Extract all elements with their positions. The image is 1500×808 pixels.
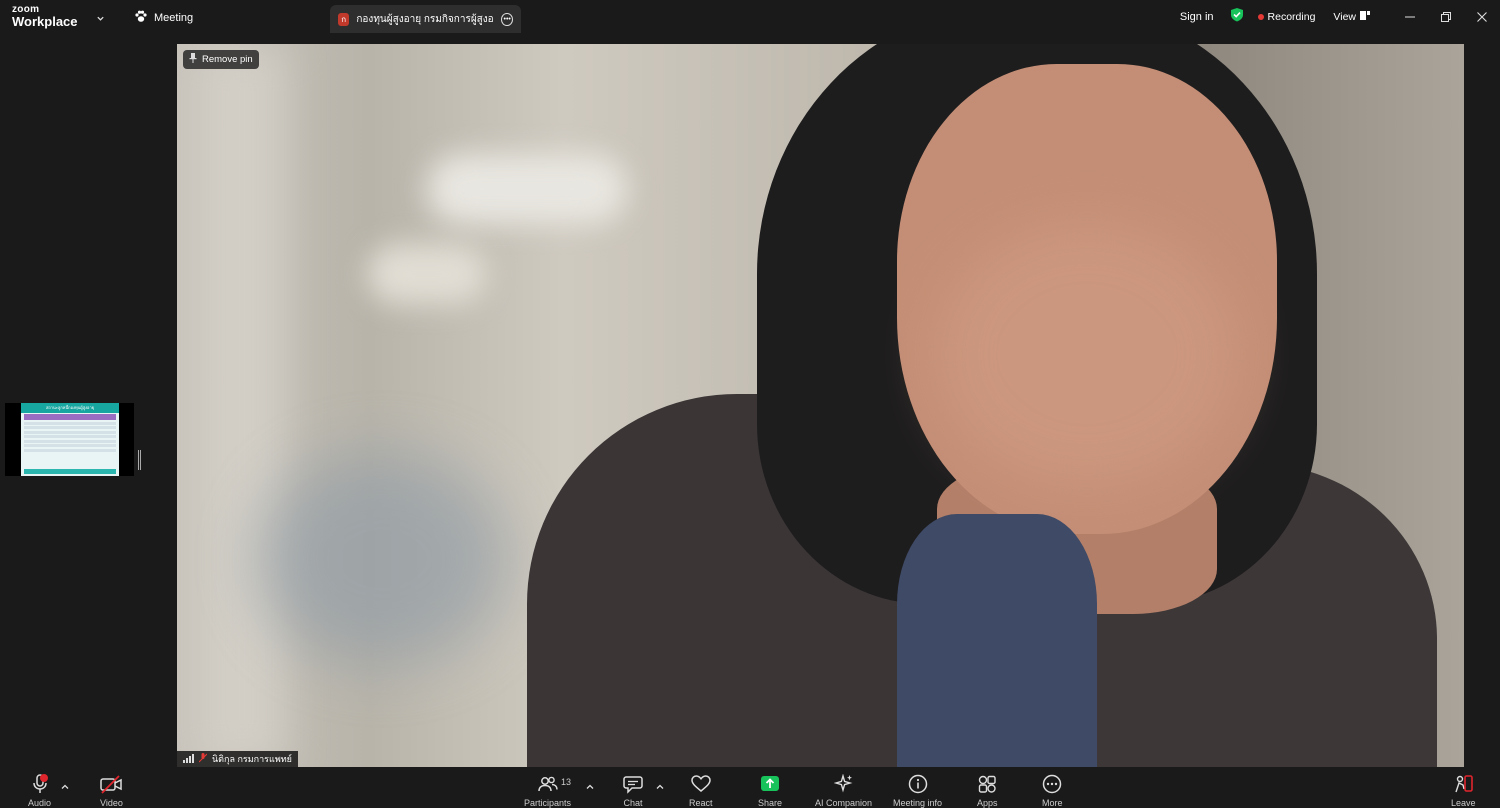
heart-icon [690, 775, 711, 792]
title-bar: zoom Workplace Meeting ก กองทุนผู้สูงอาย… [0, 0, 1500, 34]
restore-icon [1441, 12, 1451, 22]
audio-options-chevron-icon[interactable] [61, 778, 69, 796]
record-dot-icon [1257, 14, 1264, 20]
paw-icon [134, 10, 148, 26]
apps-icon [979, 775, 996, 793]
chat-options-chevron-icon[interactable] [656, 778, 664, 796]
slide-title: สถานะลูกหนี้กองทุนผู้สูงอายุ [21, 403, 119, 413]
meeting-toolbar: Audio Video Participants 13 Chat React S… [0, 768, 1500, 808]
share-button[interactable]: Share [758, 774, 782, 808]
background-shape [427, 154, 627, 224]
close-button[interactable] [1464, 0, 1500, 34]
recording-indicator[interactable]: Recording [1257, 11, 1316, 23]
slide-preview: สถานะลูกหนี้กองทุนผู้สูงอายุ [21, 403, 119, 476]
audio-label: Audio [28, 798, 52, 808]
participants-count: 13 [561, 777, 572, 787]
participants-icon [537, 776, 558, 792]
slide-table-header [24, 414, 116, 420]
slide-table-row [24, 444, 116, 447]
slide-table-row [24, 430, 116, 434]
slide-table-row [24, 439, 116, 443]
background-shape [257, 454, 507, 664]
close-icon [1477, 12, 1487, 22]
background-shape [197, 44, 287, 767]
microphone-icon [32, 774, 48, 793]
audio-button[interactable]: Audio [28, 774, 51, 808]
share-label: Share [758, 798, 783, 808]
meeting-stage: สถานะลูกหนี้กองทุนผู้สูงอายุ [0, 34, 1500, 768]
minimize-icon [1405, 16, 1415, 18]
video-off-icon [100, 775, 123, 794]
leave-button[interactable]: Leave [1451, 774, 1476, 808]
view-label: View [1333, 11, 1356, 23]
slide-table-row [24, 426, 116, 429]
remove-pin-button[interactable]: Remove pin [183, 50, 259, 69]
remove-pin-label: Remove pin [202, 54, 253, 65]
more-icon [1043, 774, 1062, 794]
chat-button[interactable]: Chat [623, 774, 643, 808]
muted-mic-icon [198, 753, 208, 765]
apps-button[interactable]: Apps [977, 774, 998, 808]
video-button[interactable]: Video [100, 774, 123, 808]
ai-companion-label: AI Companion [815, 798, 873, 808]
view-layout-icon [1360, 11, 1370, 23]
participants-options-chevron-icon[interactable] [586, 778, 594, 796]
background-shape [367, 244, 487, 304]
participant-name-tag: นิติกุล กรมการแพทย์ [177, 751, 298, 767]
sign-in-button[interactable]: Sign in [1180, 11, 1214, 23]
slide-table-row [24, 448, 116, 452]
participant-name: นิติกุล กรมการแพทย์ [212, 754, 292, 764]
more-button[interactable]: More [1042, 774, 1063, 808]
leave-icon [1455, 775, 1474, 793]
tab-shared-title: กองทุนผู้สูงอายุ กรมกิจการผู้สูงอายุ's s… [356, 13, 494, 25]
more-options-icon[interactable]: ••• [501, 12, 513, 26]
pinned-video[interactable] [177, 44, 1464, 767]
ai-companion-button[interactable]: AI Companion [815, 774, 872, 808]
share-screen-icon [761, 776, 780, 791]
participant-figure [937, 224, 1237, 484]
leave-label: Leave [1451, 798, 1476, 808]
apps-label: Apps [977, 798, 998, 808]
react-label: React [689, 798, 713, 808]
shared-screen-thumbnail[interactable]: สถานะลูกหนี้กองทุนผู้สูงอายุ [5, 403, 134, 476]
participants-label: Participants [524, 798, 572, 808]
tab-badge: ก [338, 12, 350, 26]
more-label: More [1042, 798, 1063, 808]
video-label: Video [100, 798, 123, 808]
chat-icon [623, 776, 643, 794]
view-button[interactable]: View [1333, 11, 1370, 23]
signal-strength-icon [183, 753, 194, 765]
restore-button[interactable] [1428, 0, 1464, 34]
slide-table-footer [24, 469, 116, 474]
chat-label: Chat [623, 798, 643, 808]
panel-resize-handle[interactable] [138, 450, 141, 470]
brand-bottom: Workplace [12, 14, 78, 29]
chevron-down-icon[interactable] [96, 10, 105, 28]
slide-table-row [24, 435, 116, 438]
sparkle-icon [833, 774, 852, 793]
meeting-info-label: Meeting info [893, 798, 943, 808]
zoom-logo[interactable]: zoom Workplace [12, 5, 78, 29]
info-icon [908, 774, 927, 794]
shield-check-icon[interactable] [1230, 7, 1244, 27]
tab-meeting[interactable]: Meeting [134, 10, 193, 26]
tab-meeting-label: Meeting [154, 12, 194, 24]
react-button[interactable]: React [689, 774, 713, 808]
tab-shared-screen[interactable]: ก กองทุนผู้สูงอายุ กรมกิจการผู้สูงอายุ's… [330, 5, 521, 33]
slide-table-row [24, 421, 116, 425]
meeting-info-button[interactable]: Meeting info [893, 774, 942, 808]
recording-label: Recording [1267, 11, 1316, 23]
minimize-button[interactable] [1392, 0, 1428, 34]
pin-icon [189, 53, 197, 66]
participant-figure [897, 514, 1097, 767]
